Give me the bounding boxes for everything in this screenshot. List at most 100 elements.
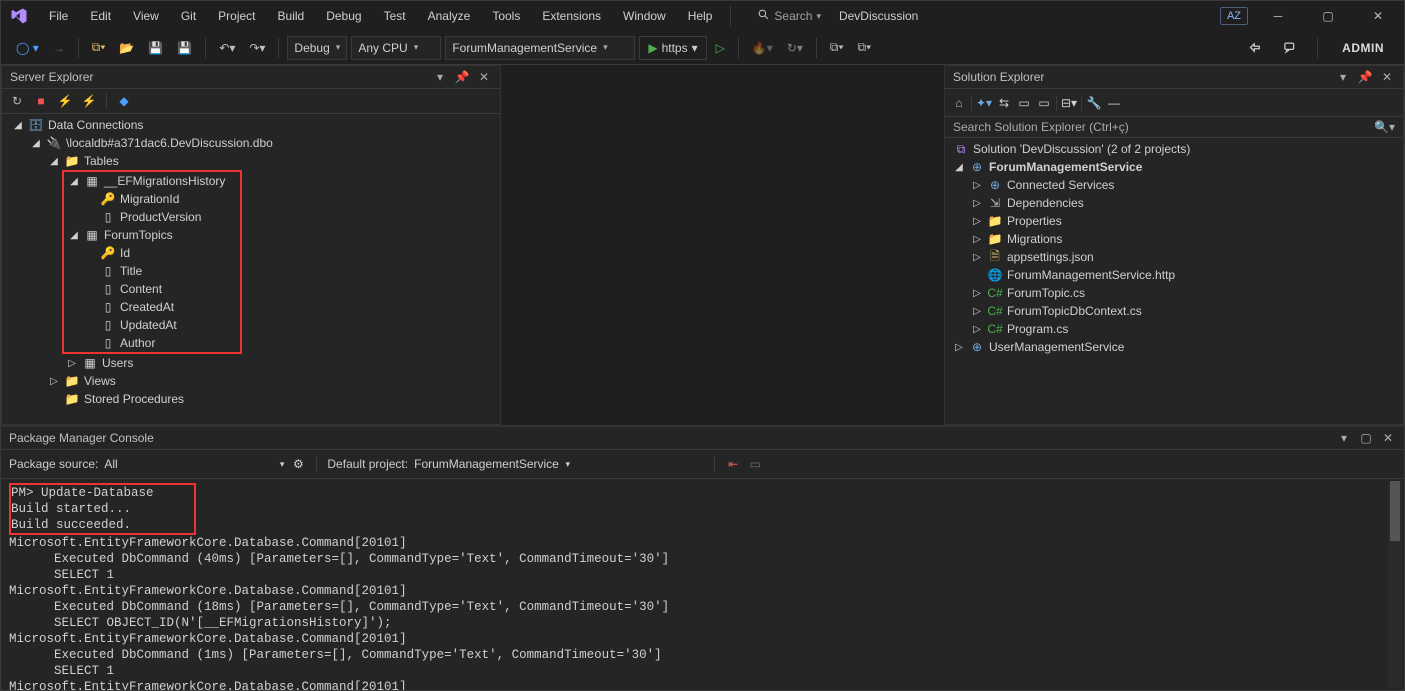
package-source-label: Package source: — [9, 457, 98, 471]
window-close[interactable]: ✕ — [1358, 2, 1398, 30]
config-dropdown[interactable]: Debug▾ — [287, 36, 347, 60]
tree-table-users[interactable]: ▷▦Users — [2, 354, 500, 372]
menu-project[interactable]: Project — [208, 5, 265, 27]
close-icon[interactable]: ✕ — [476, 70, 492, 84]
menu-analyze[interactable]: Analyze — [418, 5, 481, 27]
tree-tables-folder[interactable]: ◢📁Tables — [2, 152, 500, 170]
pin-icon[interactable]: 📌 — [1357, 70, 1373, 84]
tree-views-folder[interactable]: ▷📁Views — [2, 372, 500, 390]
tree-node[interactable]: ▷C#ForumTopicDbContext.cs — [945, 302, 1403, 320]
open-file-button[interactable]: 📂 — [114, 36, 139, 60]
feedback-button[interactable] — [1278, 36, 1303, 60]
tree-col[interactable]: ▯Author — [64, 334, 240, 352]
solution-search[interactable]: Search Solution Explorer (Ctrl+ç) 🔍▾ — [945, 116, 1403, 138]
tree-sp-folder[interactable]: 📁Stored Procedures — [2, 390, 500, 408]
tree-node[interactable]: ▷🗎appsettings.json — [945, 248, 1403, 266]
redo-button[interactable]: ↷▾ — [244, 36, 270, 60]
hot-reload-button[interactable]: 🔥▾ — [747, 36, 778, 60]
sep — [1081, 95, 1082, 111]
scrollbar-thumb[interactable] — [1390, 481, 1400, 541]
disconnect-icon[interactable]: ⚡ — [80, 92, 98, 110]
menu-window[interactable]: Window — [613, 5, 676, 27]
tree-table-efmh[interactable]: ◢▦__EFMigrationsHistory — [64, 172, 240, 190]
menu-edit[interactable]: Edit — [80, 5, 121, 27]
menu-view[interactable]: View — [123, 5, 169, 27]
menu-git[interactable]: Git — [171, 5, 206, 27]
home-icon[interactable]: ⌂ — [951, 96, 967, 110]
package-source-dropdown[interactable]: All ▾ — [104, 453, 284, 475]
tree-node[interactable]: ▷C#ForumTopic.cs — [945, 284, 1403, 302]
outdent-icon[interactable]: ⇤ — [725, 457, 741, 471]
tree-data-connections[interactable]: ◢🗄Data Connections — [2, 116, 500, 134]
connect-icon[interactable]: ⚡ — [56, 92, 74, 110]
show-all-icon[interactable]: ▭ — [1036, 96, 1052, 110]
solution-tree: ⧉Solution 'DevDiscussion' (2 of 2 projec… — [945, 138, 1403, 424]
scrollbar[interactable] — [1388, 481, 1402, 688]
menu-test[interactable]: Test — [374, 5, 416, 27]
layout-button[interactable]: ⧉▾ — [853, 36, 877, 60]
start-debug-button[interactable]: ▶https▾ — [639, 36, 706, 60]
menu-build[interactable]: Build — [268, 5, 315, 27]
window-minimize[interactable]: ─ — [1258, 2, 1298, 30]
panel-dropdown-icon[interactable]: ▾ — [1336, 431, 1352, 445]
pending-icon[interactable]: ▭ — [1016, 96, 1032, 110]
user-badge[interactable]: AZ — [1220, 7, 1248, 25]
tree-node[interactable]: ▷⇲Dependencies — [945, 194, 1403, 212]
close-icon[interactable]: ✕ — [1380, 431, 1396, 445]
tree-node[interactable]: ▷C#Program.cs — [945, 320, 1403, 338]
close-icon[interactable]: ✕ — [1379, 70, 1395, 84]
tree-node[interactable]: ▷📁Properties — [945, 212, 1403, 230]
tree-col[interactable]: ▯Content — [64, 280, 240, 298]
collapse-icon[interactable]: ⊟▾ — [1061, 96, 1077, 110]
tree-project-2[interactable]: ▷⊕UserManagementService — [945, 338, 1403, 356]
stop-icon[interactable]: ■ — [32, 92, 50, 110]
preview-icon[interactable]: — — [1106, 96, 1122, 110]
tree-table-forumtopics[interactable]: ◢▦ForumTopics — [64, 226, 240, 244]
pin-icon[interactable]: ▢ — [1358, 431, 1374, 445]
window-maximize[interactable]: ▢ — [1308, 2, 1348, 30]
tree-solution[interactable]: ⧉Solution 'DevDiscussion' (2 of 2 projec… — [945, 140, 1403, 158]
tree-col[interactable]: ▯CreatedAt — [64, 298, 240, 316]
tree-col[interactable]: 🔑MigrationId — [64, 190, 240, 208]
save-all-button[interactable]: 💾 — [172, 36, 197, 60]
live-share-button[interactable] — [1243, 36, 1268, 60]
sync-icon[interactable]: ⇆ — [996, 96, 1012, 110]
menu-file[interactable]: File — [39, 5, 78, 27]
tree-project-1[interactable]: ◢⊕ForumManagementService — [945, 158, 1403, 176]
browser-link-button[interactable]: ⧉▾ — [825, 36, 849, 60]
new-item-button[interactable]: ⧉▾ — [87, 36, 111, 60]
pmc-output[interactable]: PM> Update-Database Build started... Bui… — [1, 479, 1386, 690]
azure-icon[interactable]: ◆ — [115, 92, 133, 110]
menu-tools[interactable]: Tools — [482, 5, 530, 27]
refresh-icon[interactable]: ↻ — [8, 92, 26, 110]
menu-debug[interactable]: Debug — [316, 5, 371, 27]
nav-back-button[interactable]: ◯ ▾ — [11, 36, 44, 60]
tree-connection[interactable]: ◢🔌\localdb#a371dac6.DevDiscussion.dbo — [2, 134, 500, 152]
save-button[interactable]: 💾 — [143, 36, 168, 60]
tree-col[interactable]: ▯UpdatedAt — [64, 316, 240, 334]
solution-name-label[interactable]: DevDiscussion — [829, 5, 928, 27]
startup-dropdown[interactable]: ForumManagementService▾ — [445, 36, 635, 60]
tree-col[interactable]: ▯Title — [64, 262, 240, 280]
properties-icon[interactable]: 🔧 — [1086, 96, 1102, 110]
tree-col[interactable]: ▯ProductVersion — [64, 208, 240, 226]
default-project-dropdown[interactable]: ForumManagementService ▾ — [414, 453, 704, 475]
gear-icon[interactable]: ⚙ — [290, 457, 306, 471]
tree-node[interactable]: 🌐ForumManagementService.http — [945, 266, 1403, 284]
tree-col[interactable]: 🔑Id — [64, 244, 240, 262]
tree-node[interactable]: ▷📁Migrations — [945, 230, 1403, 248]
pin-icon[interactable]: 📌 — [454, 70, 470, 84]
menu-help[interactable]: Help — [678, 5, 723, 27]
restart-button[interactable]: ↻▾ — [782, 36, 808, 60]
start-no-debug-button[interactable]: ▷ — [711, 36, 730, 60]
menu-search[interactable]: Search ▾ — [751, 6, 827, 26]
panel-dropdown-icon[interactable]: ▾ — [1335, 70, 1351, 84]
panel-dropdown-icon[interactable]: ▾ — [432, 70, 448, 84]
menu-extensions[interactable]: Extensions — [532, 5, 611, 27]
platform-dropdown[interactable]: Any CPU▾ — [351, 36, 441, 60]
nav-forward-button[interactable]: → — [48, 36, 70, 60]
switch-view-icon[interactable]: ✦▾ — [976, 96, 992, 110]
clear-icon[interactable]: ▭ — [747, 457, 763, 471]
tree-node[interactable]: ▷⊕Connected Services — [945, 176, 1403, 194]
undo-button[interactable]: ↶▾ — [214, 36, 240, 60]
